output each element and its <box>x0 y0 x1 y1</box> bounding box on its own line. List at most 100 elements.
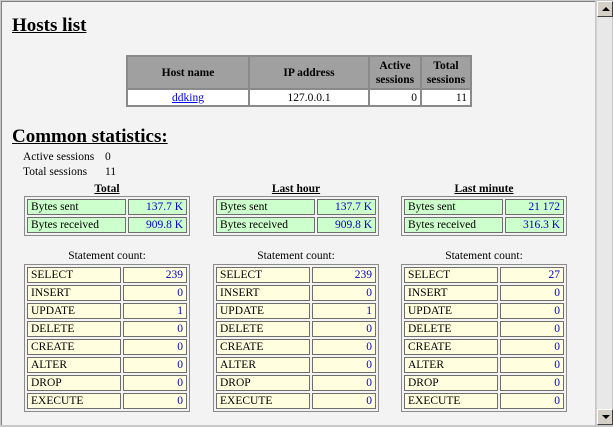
statement-row: UPDATE 0 <box>404 303 564 319</box>
statement-row: DROP 0 <box>216 375 376 391</box>
statement-row: EXECUTE 0 <box>404 393 564 409</box>
bytes-received-label: Bytes received <box>404 217 504 233</box>
statement-count: 0 <box>312 321 376 337</box>
statement-name: EXECUTE <box>27 393 121 409</box>
statement-count-caption: Statement count: <box>445 250 523 262</box>
column-header-ip-address: IP address <box>249 56 369 89</box>
bytes-received-label: Bytes received <box>27 217 127 233</box>
statistics-page: Hosts list Host name IP address Active s… <box>1 1 595 425</box>
bytes-received-row: Bytes received 909.8 K <box>216 217 376 233</box>
statement-name: ALTER <box>216 357 310 373</box>
bytes-sent-label: Bytes sent <box>404 199 504 215</box>
bytes-received-value: 909.8 K <box>128 217 187 233</box>
statement-count: 0 <box>500 339 564 355</box>
statement-name: CREATE <box>27 339 121 355</box>
total-sessions-value: 11 <box>105 166 117 178</box>
statement-count-caption: Statement count: <box>257 250 335 262</box>
statement-count: 0 <box>123 375 187 391</box>
statement-name: ALTER <box>27 357 121 373</box>
statement-count-caption: Statement count: <box>68 250 146 262</box>
statement-count: 0 <box>500 375 564 391</box>
bytes-sent-row: Bytes sent 137.7 K <box>216 199 376 215</box>
statement-count: 1 <box>123 303 187 319</box>
statement-count-table: SELECT 27 INSERT 0 UPDATE 0 DELETE 0 CREATE 0… <box>401 264 567 412</box>
statement-count: 0 <box>123 393 187 409</box>
statement-name: CREATE <box>216 339 310 355</box>
host-name-cell: ddking <box>127 89 249 106</box>
active-sessions-value: 0 <box>105 151 111 163</box>
statement-row: CREATE 0 <box>404 339 564 355</box>
bytes-sent-value: 137.7 K <box>317 199 376 215</box>
bytes-sent-value: 21 172 <box>505 199 564 215</box>
statement-count: 1 <box>312 303 376 319</box>
statement-row: INSERT 0 <box>216 285 376 301</box>
statement-name: DELETE <box>27 321 121 337</box>
statement-count: 0 <box>123 321 187 337</box>
stats-block-total: Total Bytes sent 137.7 K Bytes received … <box>24 182 190 412</box>
column-header-total-sessions: Total sessions <box>421 56 471 89</box>
block-header: Last minute <box>454 183 514 195</box>
statement-row: CREATE 0 <box>27 339 187 355</box>
common-statistics-title: Common statistics: <box>12 126 168 147</box>
active-sessions-cell: 0 <box>369 89 421 106</box>
statement-row: SELECT 27 <box>404 267 564 283</box>
statement-count: 239 <box>312 267 376 283</box>
statement-row: SELECT 239 <box>216 267 376 283</box>
bytes-sent-value: 137.7 K <box>128 199 187 215</box>
statement-row: DELETE 0 <box>27 321 187 337</box>
bytes-received-value: 909.8 K <box>317 217 376 233</box>
statement-row: ALTER 0 <box>27 357 187 373</box>
statement-count: 0 <box>312 375 376 391</box>
statement-count: 0 <box>312 339 376 355</box>
host-link[interactable]: ddking <box>172 92 204 104</box>
arrow-up-icon[interactable] <box>597 1 613 17</box>
statement-name: DELETE <box>404 321 498 337</box>
bytes-sent-row: Bytes sent 137.7 K <box>27 199 187 215</box>
statement-name: DROP <box>27 375 121 391</box>
column-header-active-sessions: Active sessions <box>369 56 421 89</box>
stats-block-last-minute: Last minute Bytes sent 21 172 Bytes rece… <box>401 182 567 412</box>
statement-row: DELETE 0 <box>404 321 564 337</box>
hosts-list-title: Hosts list <box>12 15 87 36</box>
statement-count: 0 <box>312 285 376 301</box>
statement-count: 27 <box>500 267 564 283</box>
column-header-host-name: Host name <box>127 56 249 89</box>
statement-row: DROP 0 <box>404 375 564 391</box>
ip-address-cell: 127.0.0.1 <box>249 89 369 106</box>
arrow-down-icon[interactable] <box>597 409 613 425</box>
vertical-scrollbar[interactable] <box>596 1 613 425</box>
statement-row: INSERT 0 <box>404 285 564 301</box>
total-sessions-label: Total sessions <box>23 166 88 178</box>
statement-row: SELECT 239 <box>27 267 187 283</box>
total-sessions-summary: Total sessions 11 <box>23 165 116 180</box>
bytes-sent-row: Bytes sent 21 172 <box>404 199 564 215</box>
statement-count-table: SELECT 239 INSERT 0 UPDATE 1 DELETE 0 CREATE… <box>213 264 379 412</box>
statement-row: ALTER 0 <box>216 357 376 373</box>
bytes-table: Bytes sent 137.7 K Bytes received 909.8 … <box>24 196 190 236</box>
statement-row: UPDATE 1 <box>216 303 376 319</box>
statement-row: EXECUTE 0 <box>27 393 187 409</box>
bytes-sent-label: Bytes sent <box>216 199 316 215</box>
statement-name: SELECT <box>404 267 498 283</box>
statement-count: 0 <box>500 321 564 337</box>
statement-count: 0 <box>312 393 376 409</box>
statement-count: 0 <box>500 357 564 373</box>
statement-count: 0 <box>123 339 187 355</box>
statement-row: DROP 0 <box>27 375 187 391</box>
bytes-sent-label: Bytes sent <box>27 199 127 215</box>
statement-name: EXECUTE <box>404 393 498 409</box>
total-sessions-cell: 11 <box>421 89 471 106</box>
bytes-received-row: Bytes received 316.3 K <box>404 217 564 233</box>
statement-name: CREATE <box>404 339 498 355</box>
statement-name: INSERT <box>216 285 310 301</box>
hosts-table-header: Host name IP address Active sessions Tot… <box>127 56 471 89</box>
session-summary: Active sessions 0 Total sessions 11 <box>23 150 116 180</box>
statement-count: 0 <box>500 303 564 319</box>
statement-count: 0 <box>500 285 564 301</box>
statement-name: UPDATE <box>27 303 121 319</box>
host-row: ddking 127.0.0.1 0 11 <box>127 89 471 106</box>
statement-count: 0 <box>500 393 564 409</box>
block-header: Last hour <box>271 183 321 195</box>
bytes-received-label: Bytes received <box>216 217 316 233</box>
block-header: Total <box>94 183 120 195</box>
